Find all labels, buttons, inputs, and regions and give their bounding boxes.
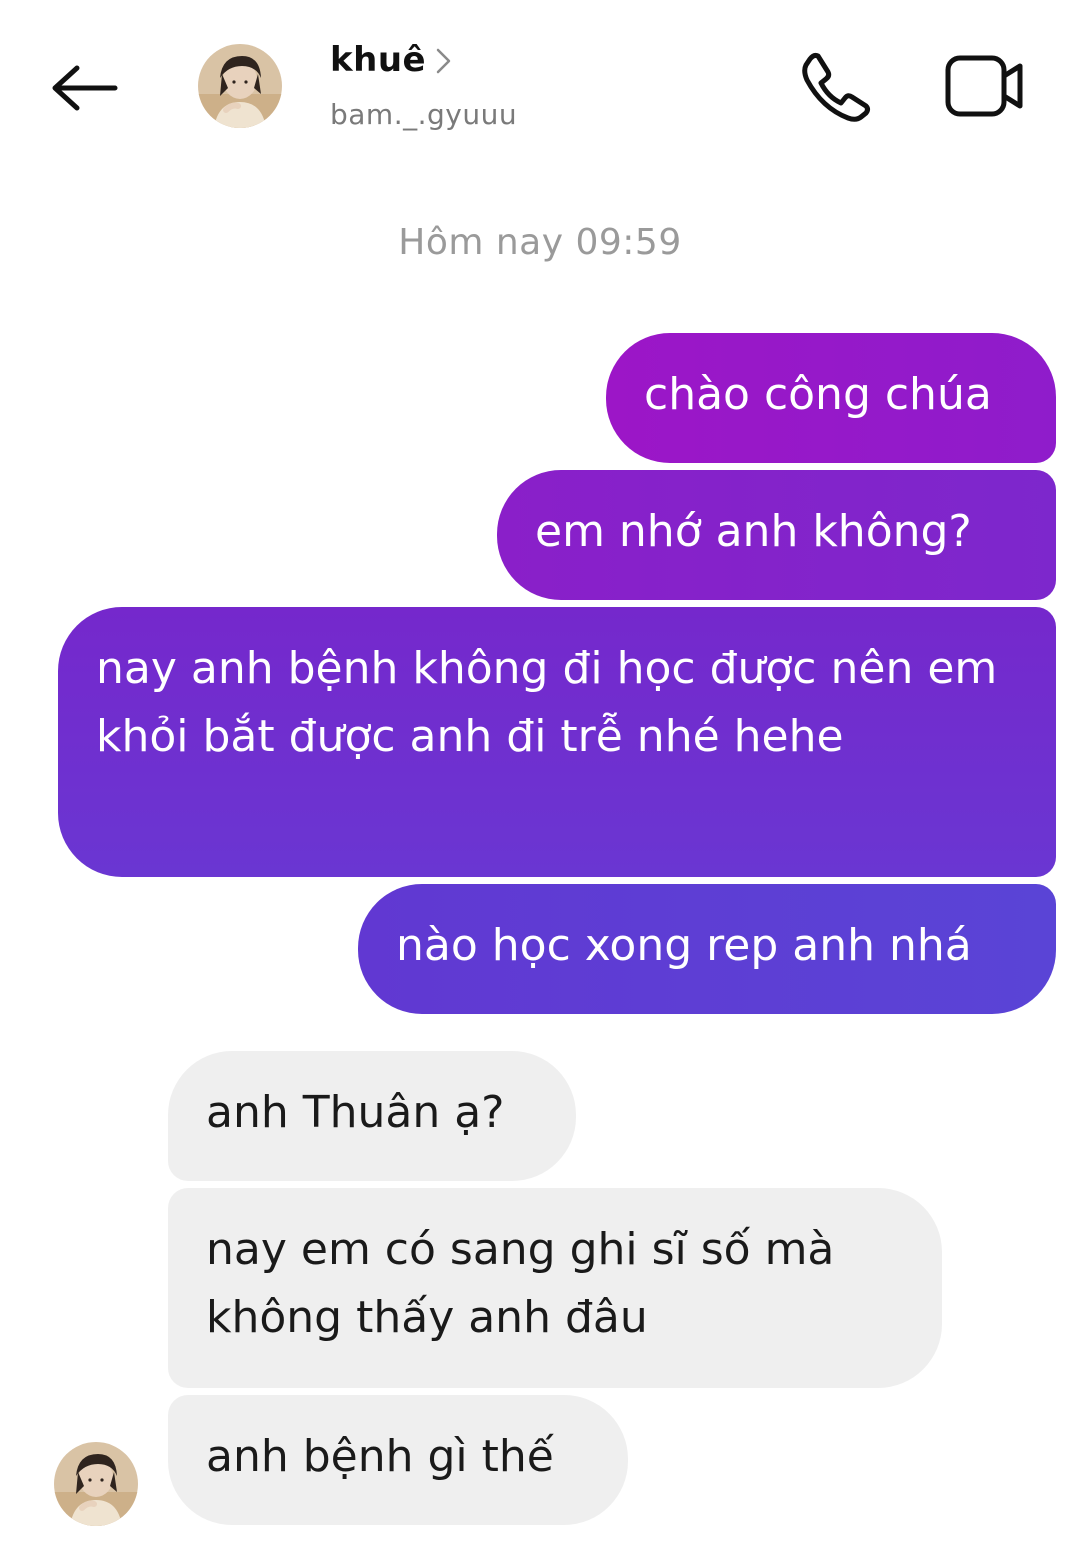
- profile-photo: [198, 44, 282, 128]
- sender-avatar[interactable]: [54, 1442, 138, 1526]
- message-bubble-incoming[interactable]: anh Thuân ạ?: [168, 1051, 576, 1181]
- timestamp: Hôm nay 09:59: [398, 222, 682, 263]
- chevron-right-icon: [434, 46, 454, 80]
- message-bubble-outgoing[interactable]: nào học xong rep anh nhá: [358, 884, 1056, 1014]
- chat-screen: khuê bam._.gyuuu Hôm nay 09:59 chào công…: [0, 0, 1080, 1546]
- message-text: em nhớ anh không?: [535, 506, 972, 557]
- message-bubble-outgoing[interactable]: em nhớ anh không?: [497, 470, 1056, 600]
- message-text: chào công chúa: [644, 369, 992, 420]
- message-bubble-incoming[interactable]: nay em có sang ghi sĩ số mà không thấy a…: [168, 1188, 942, 1388]
- phone-icon: [802, 52, 870, 122]
- back-button[interactable]: [46, 58, 122, 118]
- arrow-left-icon: [52, 65, 118, 111]
- message-bubble-incoming[interactable]: anh bệnh gì thế: [168, 1395, 628, 1525]
- profile-photo: [54, 1442, 138, 1526]
- message-bubble-outgoing[interactable]: chào công chúa: [606, 333, 1056, 463]
- video-call-button[interactable]: [944, 52, 1026, 120]
- avatar[interactable]: [198, 44, 282, 128]
- message-text: nay anh bệnh không đi học được nên em kh…: [96, 643, 998, 762]
- message-text: anh bệnh gì thế: [206, 1431, 554, 1482]
- message-bubble-outgoing[interactable]: nay anh bệnh không đi học được nên em kh…: [58, 607, 1056, 877]
- call-button[interactable]: [796, 50, 872, 122]
- message-text: nào học xong rep anh nhá: [396, 920, 972, 971]
- video-camera-icon: [945, 55, 1023, 117]
- message-text: anh Thuân ạ?: [206, 1087, 505, 1138]
- contact-name: khuê: [330, 40, 427, 80]
- contact-profile-link[interactable]: khuê bam._.gyuuu: [330, 38, 590, 138]
- contact-handle: bam._.gyuuu: [330, 98, 518, 131]
- message-text: nay em có sang ghi sĩ số mà không thấy a…: [206, 1224, 835, 1343]
